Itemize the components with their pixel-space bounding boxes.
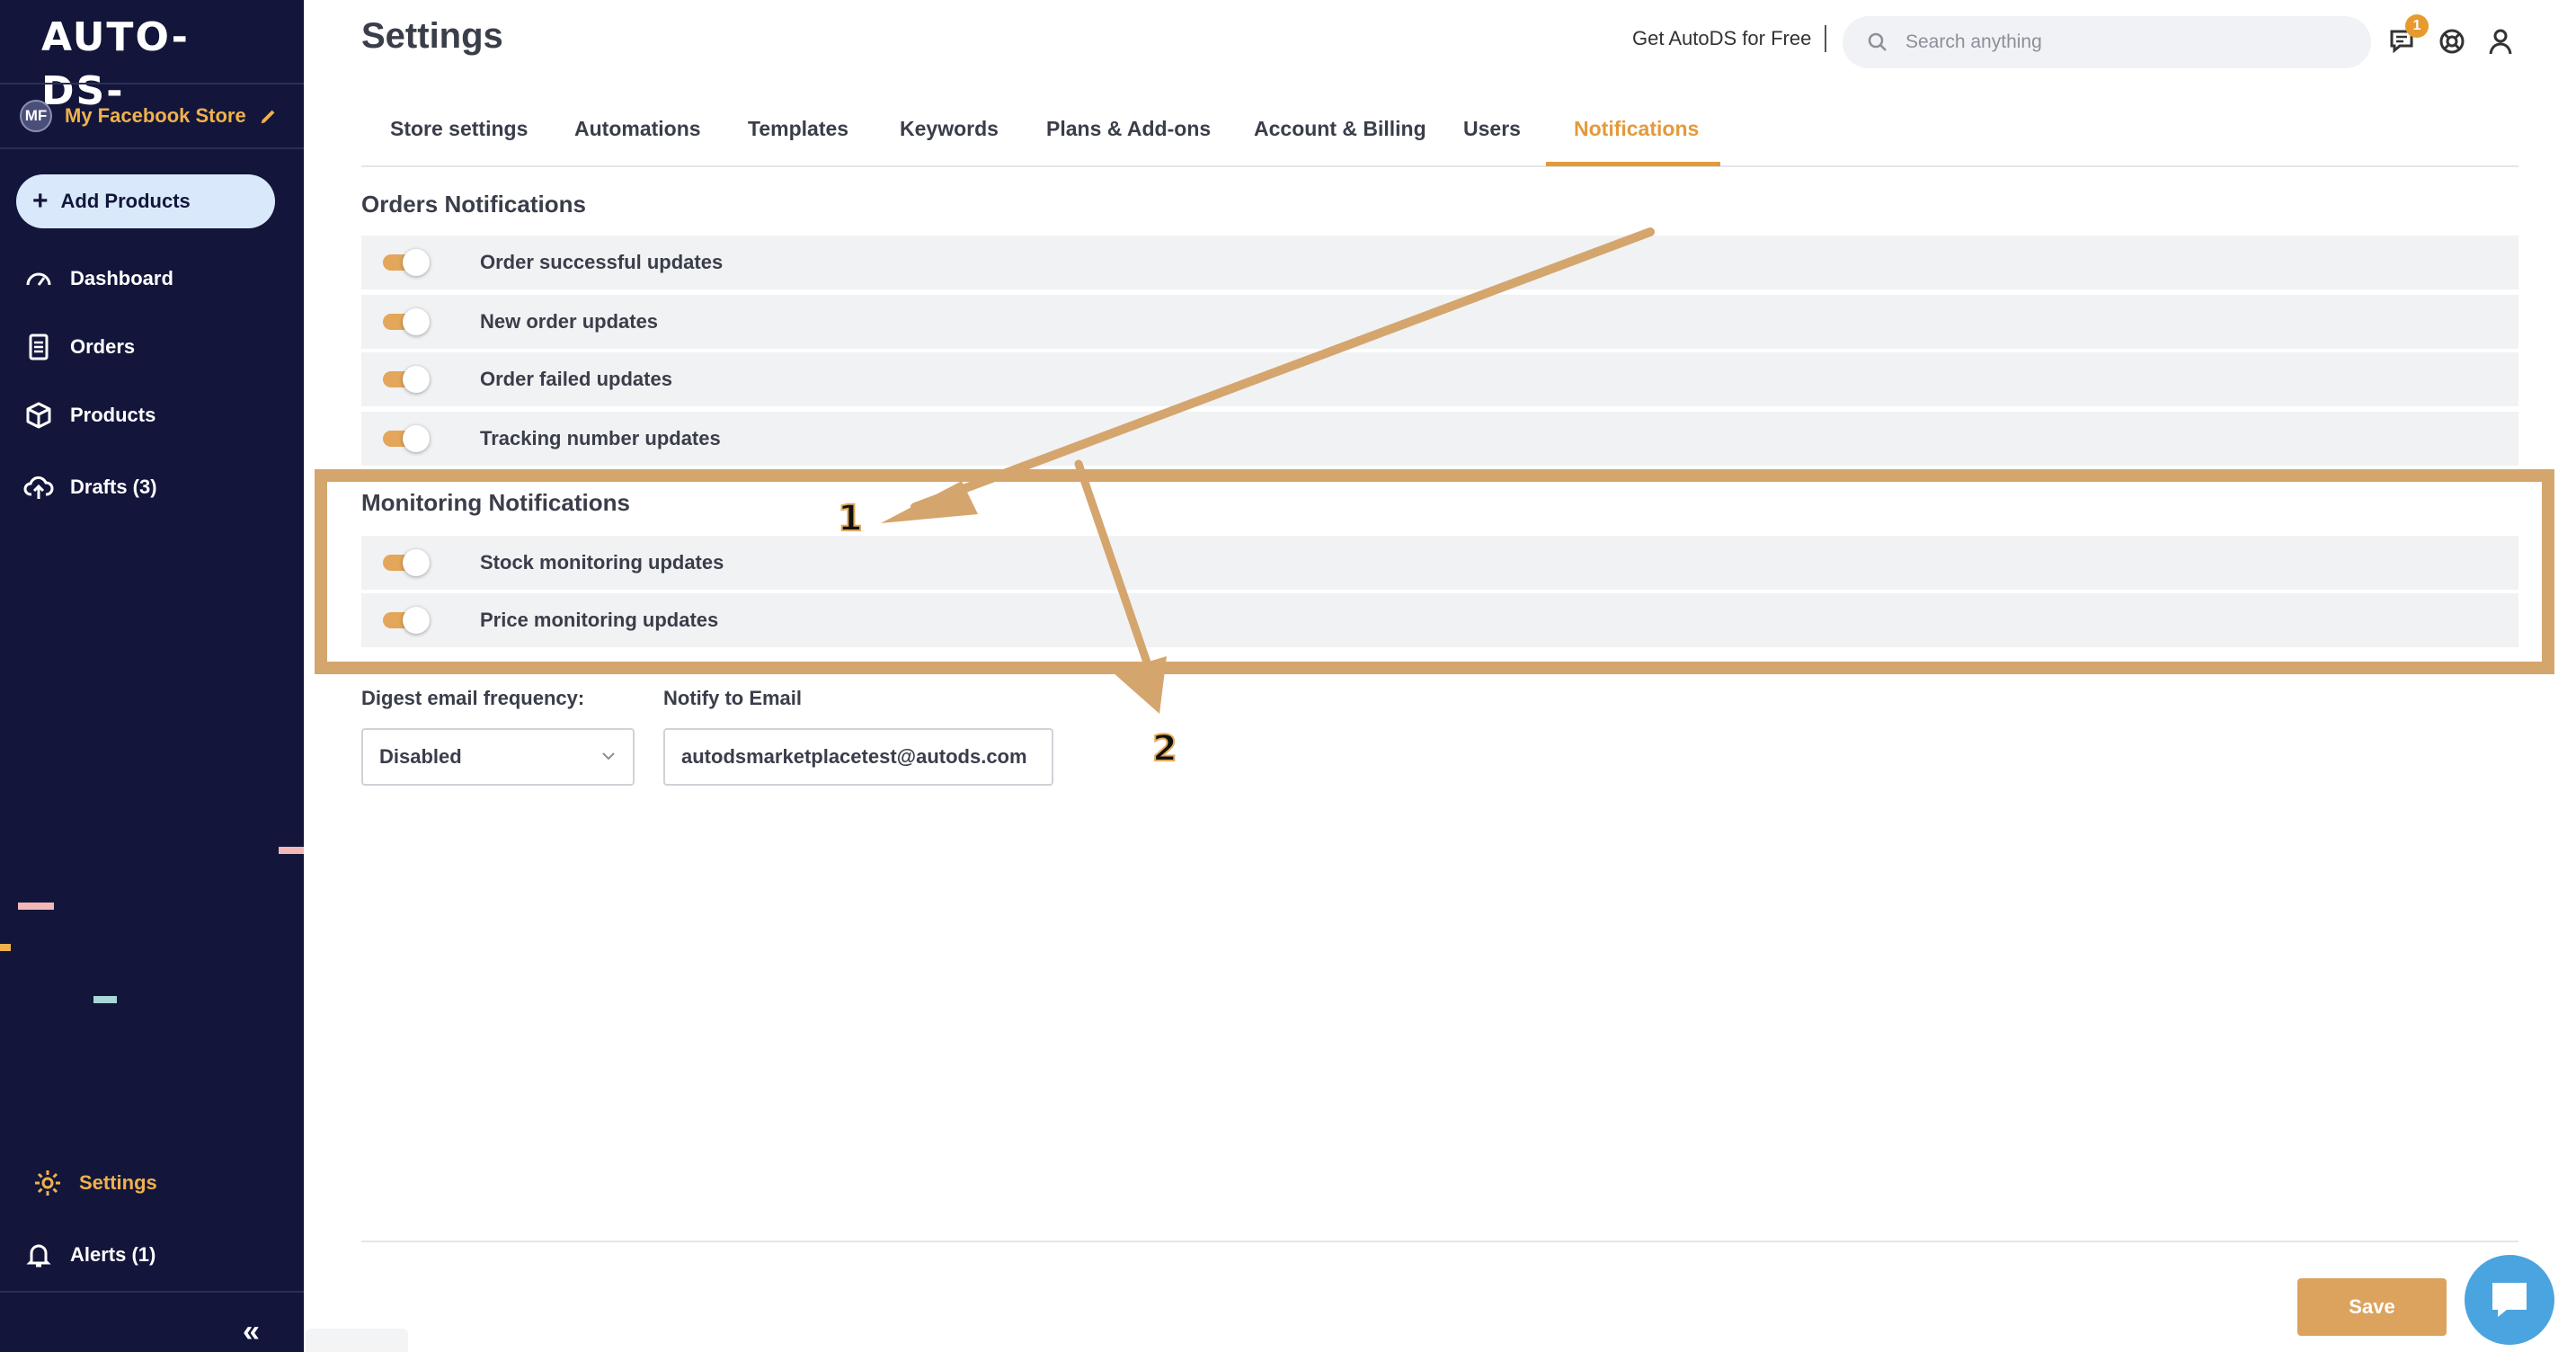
notification-row: Stock monitoring updates bbox=[361, 536, 2518, 590]
help-lifebuoy-icon[interactable] bbox=[2436, 25, 2468, 58]
plus-icon: + bbox=[32, 186, 49, 216]
get-autods-free-link[interactable]: Get AutoDS for Free bbox=[1632, 27, 1811, 50]
decorative-dash bbox=[93, 996, 117, 1003]
nav-label: Orders bbox=[70, 335, 136, 358]
nav-label: Drafts (3) bbox=[70, 476, 157, 498]
toggle-knob bbox=[403, 366, 430, 393]
store-name[interactable]: My Facebook Store bbox=[65, 104, 246, 128]
save-button[interactable]: Save bbox=[2297, 1278, 2447, 1336]
chevron-down-icon bbox=[602, 752, 615, 760]
tab-store-settings[interactable]: Store settings bbox=[390, 117, 528, 141]
support-chat-button[interactable] bbox=[2465, 1255, 2554, 1345]
digest-frequency-select[interactable]: Disabled bbox=[361, 728, 635, 786]
stock-monitoring-toggle[interactable] bbox=[383, 549, 430, 576]
add-products-button[interactable]: + Add Products bbox=[16, 174, 275, 228]
notification-row: New order updates bbox=[361, 295, 2518, 349]
search-input[interactable] bbox=[1904, 31, 2339, 54]
notify-email-label: Notify to Email bbox=[663, 687, 803, 709]
tracking-number-toggle[interactable] bbox=[383, 425, 430, 452]
decorative-dash bbox=[18, 903, 54, 910]
orders-notifications-title: Orders Notifications bbox=[361, 191, 586, 218]
sidebar-divider bbox=[0, 147, 304, 149]
notification-row: Price monitoring updates bbox=[361, 593, 2518, 647]
tab-keywords[interactable]: Keywords bbox=[900, 117, 999, 141]
order-successful-toggle[interactable] bbox=[383, 249, 430, 276]
notification-label: Order failed updates bbox=[480, 368, 672, 390]
nav-label: Alerts (1) bbox=[70, 1243, 156, 1266]
digest-frequency-value: Disabled bbox=[379, 745, 462, 768]
nav-label: Products bbox=[70, 404, 156, 426]
notification-label: Order successful updates bbox=[480, 251, 724, 273]
nav-settings[interactable]: Settings bbox=[32, 1163, 157, 1203]
annotation-step-2: 2 bbox=[1151, 727, 1178, 770]
orders-document-icon bbox=[29, 334, 49, 360]
toggle-knob bbox=[403, 425, 430, 452]
sidebar-divider bbox=[0, 83, 304, 84]
tab-notifications[interactable]: Notifications bbox=[1574, 117, 1699, 141]
tab-templates[interactable]: Templates bbox=[748, 117, 848, 141]
nav-products[interactable]: Products bbox=[23, 396, 155, 435]
pencil-edit-icon[interactable] bbox=[259, 106, 279, 126]
notification-row: Order successful updates bbox=[361, 236, 2518, 289]
store-selector[interactable]: MF My Facebook Store bbox=[20, 99, 279, 133]
user-profile-icon[interactable] bbox=[2484, 25, 2517, 58]
add-products-label: Add Products bbox=[60, 190, 191, 212]
new-order-toggle[interactable] bbox=[383, 308, 430, 335]
dashboard-gauge-icon bbox=[26, 272, 51, 286]
toggle-knob bbox=[403, 607, 430, 634]
toggle-knob bbox=[403, 549, 430, 576]
autods-logo[interactable]: AUTO-DS- bbox=[41, 11, 266, 114]
nav-label: Settings bbox=[79, 1171, 157, 1194]
notification-row: Tracking number updates bbox=[361, 412, 2518, 466]
footer-divider bbox=[361, 1241, 2518, 1242]
notification-label: Tracking number updates bbox=[480, 427, 721, 449]
bell-icon bbox=[26, 1244, 51, 1268]
order-failed-toggle[interactable] bbox=[383, 366, 430, 393]
decorative-dash bbox=[279, 847, 304, 854]
digest-frequency-label: Digest email frequency: bbox=[361, 687, 585, 709]
toggle-knob bbox=[403, 308, 430, 335]
notify-email-input[interactable] bbox=[663, 728, 1053, 786]
tab-automations[interactable]: Automations bbox=[574, 117, 701, 141]
drafts-cloud-upload-icon bbox=[23, 476, 54, 499]
hidden-panel-tab[interactable] bbox=[306, 1329, 408, 1352]
tab-plans-addons[interactable]: Plans & Add-ons bbox=[1046, 117, 1211, 141]
page-title: Settings bbox=[361, 16, 503, 56]
notification-row: Order failed updates bbox=[361, 352, 2518, 406]
notification-label: Stock monitoring updates bbox=[480, 551, 724, 574]
notification-label: Price monitoring updates bbox=[480, 609, 719, 631]
nav-drafts[interactable]: Drafts (3) bbox=[23, 467, 157, 507]
collapse-sidebar-icon[interactable]: « bbox=[243, 1314, 260, 1349]
toggle-knob bbox=[403, 249, 430, 276]
notification-badge: 1 bbox=[2405, 14, 2429, 38]
active-tab-indicator bbox=[1546, 162, 1720, 166]
chat-bubble-icon bbox=[2492, 1283, 2527, 1317]
nav-alerts[interactable]: Alerts (1) bbox=[23, 1235, 155, 1275]
annotation-step-1: 1 bbox=[837, 497, 864, 540]
price-monitoring-toggle[interactable] bbox=[383, 607, 430, 634]
store-avatar: MF bbox=[20, 100, 52, 132]
tab-account-billing[interactable]: Account & Billing bbox=[1254, 117, 1426, 141]
gear-icon bbox=[35, 1170, 60, 1196]
sidebar: AUTO-DS- MF My Facebook Store + Add Prod… bbox=[0, 0, 304, 1352]
notification-label: New order updates bbox=[480, 310, 659, 333]
nav-orders[interactable]: Orders bbox=[23, 327, 135, 367]
header-separator bbox=[1825, 25, 1826, 52]
products-box-icon bbox=[26, 402, 51, 429]
nav-dashboard[interactable]: Dashboard bbox=[23, 259, 173, 298]
sidebar-divider bbox=[0, 1291, 304, 1293]
search-icon bbox=[1868, 32, 1887, 51]
search-bar[interactable] bbox=[1843, 16, 2371, 68]
monitoring-notifications-title: Monitoring Notifications bbox=[361, 489, 630, 516]
tab-users[interactable]: Users bbox=[1463, 117, 1521, 141]
settings-tabs: Store settings Automations Templates Key… bbox=[361, 108, 2518, 167]
nav-label: Dashboard bbox=[70, 267, 173, 289]
decorative-dash bbox=[0, 944, 11, 951]
